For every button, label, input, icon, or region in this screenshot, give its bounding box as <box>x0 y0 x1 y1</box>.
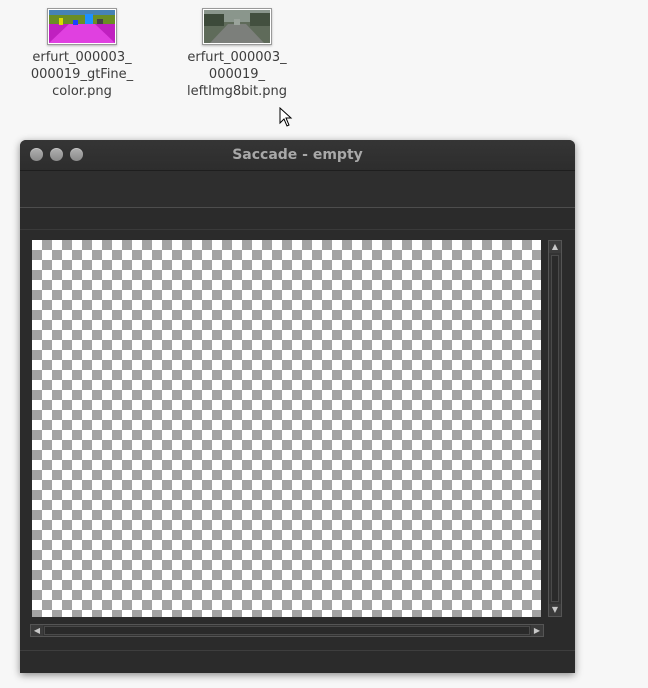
menu-bar <box>20 171 575 208</box>
file-name-label: erfurt_000003_ 000019_gtFine_ color.png <box>30 50 134 99</box>
scroll-down-arrow-icon[interactable]: ▼ <box>549 604 561 616</box>
segmentation-preview-icon <box>49 10 115 43</box>
image-thumbnail-gtfine-color <box>47 8 117 45</box>
vertical-scroll-track[interactable] <box>551 255 559 602</box>
status-bar <box>20 650 575 673</box>
horizontal-scroll-track[interactable] <box>44 626 530 635</box>
image-canvas[interactable] <box>30 238 543 619</box>
image-thumbnail-leftimg8bit <box>202 8 272 45</box>
horizontal-scrollbar[interactable]: ◀ ▶ <box>30 624 544 637</box>
tool-bar <box>20 208 575 230</box>
street-photo-preview-icon <box>204 10 270 43</box>
mouse-pointer-icon <box>279 107 293 127</box>
window-titlebar[interactable]: Saccade - empty <box>20 140 575 171</box>
desktop-file-leftimg8bit[interactable]: erfurt_000003_ 000019_ leftImg8bit.png <box>172 8 302 100</box>
saccade-window: Saccade - empty ▲ ▼ ◀ ▶ <box>20 140 575 673</box>
desktop-file-gtfine-color[interactable]: erfurt_000003_ 000019_gtFine_ color.png <box>17 8 147 100</box>
transparent-checkerboard-viewport[interactable] <box>32 240 541 617</box>
file-name-label: erfurt_000003_ 000019_ leftImg8bit.png <box>187 50 287 99</box>
scroll-left-arrow-icon[interactable]: ◀ <box>31 625 43 636</box>
vertical-scrollbar[interactable]: ▲ ▼ <box>548 240 562 617</box>
scroll-right-arrow-icon[interactable]: ▶ <box>531 625 543 636</box>
scroll-up-arrow-icon[interactable]: ▲ <box>549 241 561 253</box>
window-title: Saccade - empty <box>232 147 363 163</box>
